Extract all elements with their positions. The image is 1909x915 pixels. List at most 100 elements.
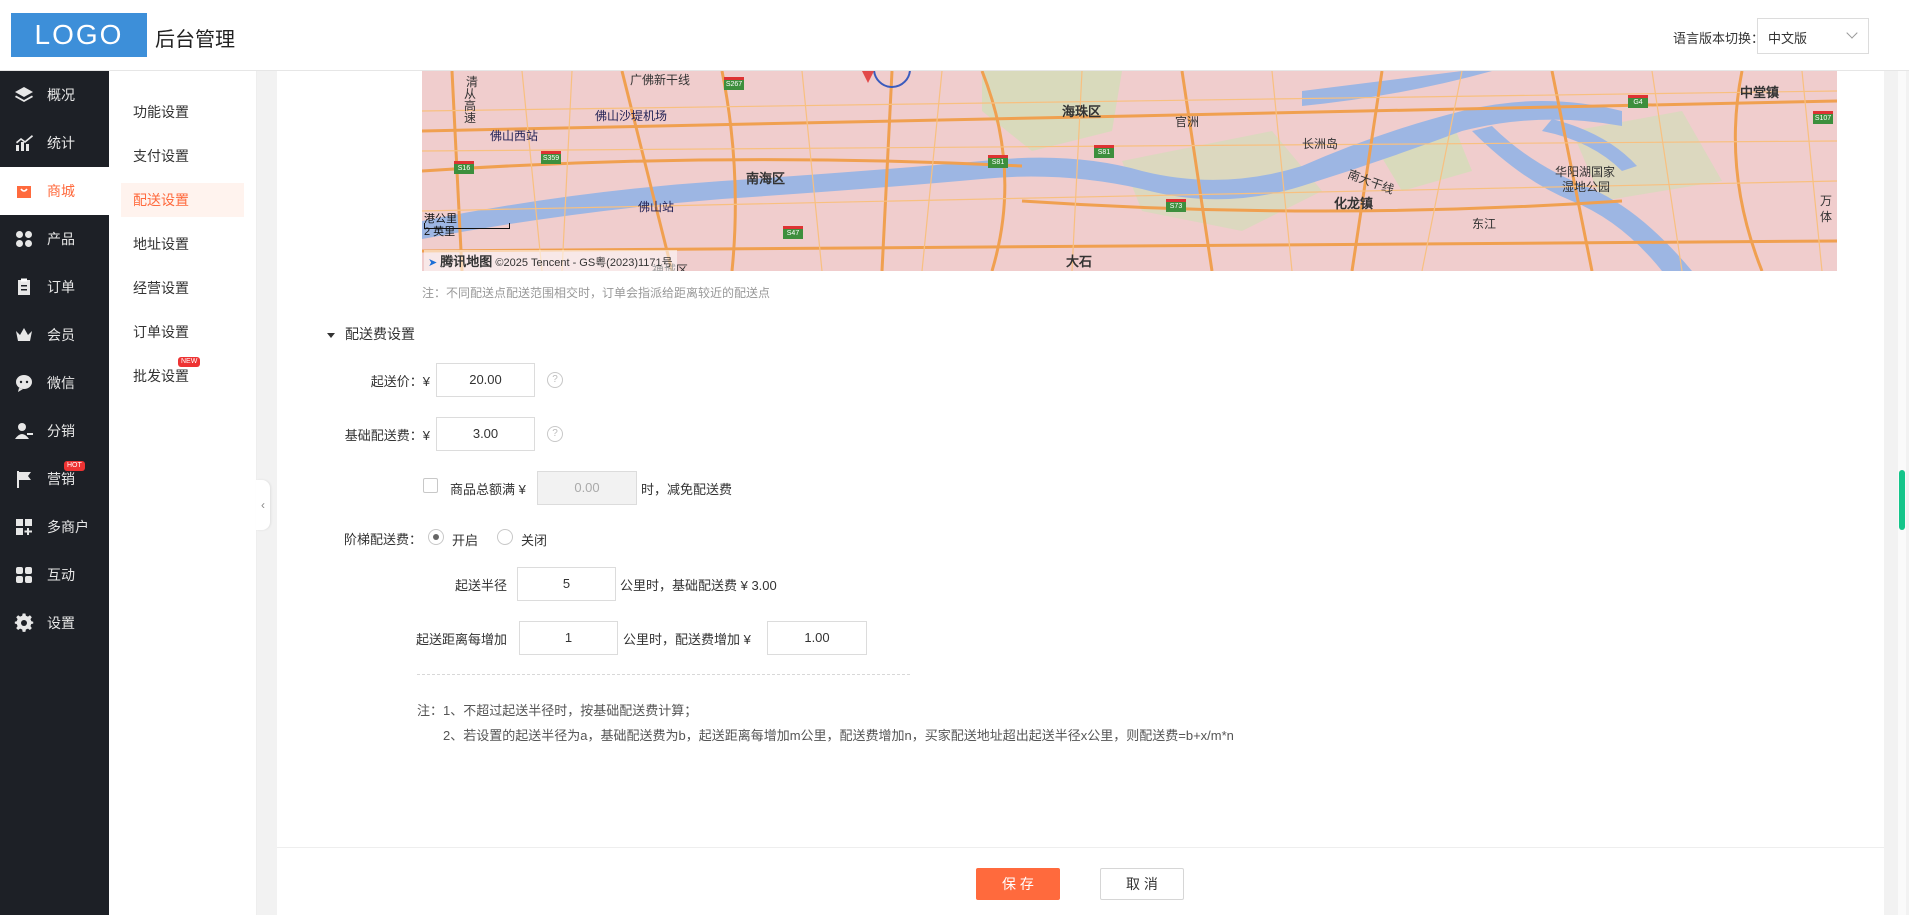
- delivery-point-note: 注：不同配送点配送范围相交时，订单会指派给距离较近的配送点: [422, 286, 771, 300]
- map-label: 湿地公园: [1562, 180, 1611, 194]
- main-content: 清 从 高 速 广佛新干线 佛山西站 佛山沙堤机场 佛山站 南海区 海珠区 官洲…: [277, 71, 1884, 915]
- road-sign: S16: [454, 161, 474, 174]
- sidebar-item-wechat[interactable]: 微信: [0, 359, 109, 407]
- tier-off-radio[interactable]: [497, 529, 513, 545]
- logo[interactable]: LOGO: [11, 13, 147, 57]
- sidebar-item-interaction[interactable]: 互动: [0, 551, 109, 599]
- road-sign: S267: [724, 77, 744, 90]
- step-label: 起送距离每增加: [416, 632, 508, 647]
- road-sign: S81: [988, 155, 1008, 168]
- road-sign: S359: [541, 151, 561, 164]
- map-label: 广佛新干线: [630, 73, 691, 87]
- map-label: 佛山站: [638, 200, 675, 214]
- crown-icon: [14, 325, 34, 345]
- top-header: LOGO 后台管理 语言版本切换： 中文版: [0, 0, 1909, 71]
- map-label: 大石: [1066, 254, 1093, 269]
- base-fee-input[interactable]: 3.00: [436, 417, 535, 451]
- map-label: 中堂镇: [1740, 85, 1780, 100]
- clipboard-icon: [14, 277, 34, 297]
- shop-icon: [14, 181, 34, 201]
- min-price-label: 起送价：¥: [370, 374, 430, 389]
- new-badge: NEW: [178, 357, 201, 367]
- map-label: 南海区: [746, 171, 786, 186]
- delivery-map[interactable]: 清 从 高 速 广佛新干线 佛山西站 佛山沙堤机场 佛山站 南海区 海珠区 官洲…: [422, 71, 1837, 271]
- sidebar-item-label: 多商户: [47, 519, 89, 535]
- radius-input[interactable]: 5: [517, 567, 616, 601]
- sidebar-item-label: 分销: [47, 423, 75, 439]
- save-button[interactable]: 保 存: [976, 868, 1060, 900]
- sidebar-item-label: 会员: [47, 327, 75, 343]
- sidebar-item-members[interactable]: 会员: [0, 311, 109, 359]
- chevron-down-icon: [1846, 27, 1858, 39]
- language-select[interactable]: 中文版: [1757, 18, 1869, 54]
- map-label: 海珠区: [1062, 104, 1102, 119]
- help-icon[interactable]: ?: [547, 372, 563, 388]
- road-sign: S73: [1166, 199, 1186, 212]
- sidebar-item-mall[interactable]: 商城: [0, 167, 109, 215]
- sidebar-item-label: 订单: [47, 279, 75, 295]
- sidebar-item-stats[interactable]: 统计: [0, 119, 109, 167]
- sidebar-item-multi-merchant[interactable]: 多商户: [0, 503, 109, 551]
- map-label: 官洲: [1175, 115, 1200, 129]
- hot-badge: HOT: [64, 461, 85, 471]
- cancel-button[interactable]: 取 消: [1100, 868, 1184, 900]
- sidebar-item-label: 微信: [47, 375, 75, 391]
- min-price-input[interactable]: 20.00: [436, 363, 535, 397]
- road-sign: G4: [1628, 95, 1648, 108]
- subnav-item-label: 批发设置: [133, 368, 189, 384]
- subnav-item-delivery[interactable]: 配送设置: [121, 183, 244, 217]
- subnav-item-order[interactable]: 订单设置: [121, 315, 244, 349]
- tier-off-label[interactable]: 关闭: [521, 530, 547, 549]
- main-sidebar: 概况 统计 商城 产品 订单 会员 微信 分销 营销 HOT 多商户 互动 设置: [0, 71, 109, 915]
- section-delivery-fee[interactable]: 配送费设置: [327, 324, 415, 344]
- step-distance-input[interactable]: 1: [519, 621, 618, 655]
- subnav-item-function[interactable]: 功能设置: [121, 95, 244, 129]
- map-label: 体: [1820, 210, 1833, 224]
- layers-icon: [14, 85, 34, 105]
- free-delivery-checkbox[interactable]: [423, 478, 438, 493]
- flag-icon: [14, 469, 34, 489]
- step-fee-input[interactable]: 1.00: [767, 621, 867, 655]
- step-mid-label: 公里时，配送费增加 ¥: [623, 632, 751, 647]
- road-sign: S47: [783, 226, 803, 239]
- subnav-item-business[interactable]: 经营设置: [121, 271, 244, 305]
- tier-on-label[interactable]: 开启: [452, 530, 478, 549]
- store-add-icon: [14, 517, 34, 537]
- grid-icon: [14, 229, 34, 249]
- sidebar-item-marketing[interactable]: 营销 HOT: [0, 455, 109, 503]
- map-label: 万: [1820, 194, 1833, 208]
- sidebar-item-label: 商城: [47, 183, 75, 199]
- map-label: 化龙镇: [1334, 196, 1374, 211]
- sidebar-item-label: 统计: [47, 135, 75, 151]
- sidebar-item-distribution[interactable]: 分销: [0, 407, 109, 455]
- divider: [417, 674, 910, 675]
- free-delivery-label: 商品总额满 ¥: [450, 482, 526, 497]
- map-graphics: [422, 71, 1837, 271]
- collapse-sidebar-button[interactable]: ‹: [256, 480, 270, 530]
- subnav-item-address[interactable]: 地址设置: [121, 227, 244, 261]
- chevron-left-icon: ‹: [261, 498, 265, 512]
- scrollbar-thumb[interactable]: [1899, 470, 1905, 530]
- map-scale-bar: [424, 223, 510, 229]
- gear-icon: [14, 613, 34, 633]
- sidebar-item-label: 营销: [47, 471, 75, 487]
- subnav-item-payment[interactable]: 支付设置: [121, 139, 244, 173]
- sidebar-item-products[interactable]: 产品: [0, 215, 109, 263]
- tier-on-radio[interactable]: [428, 529, 444, 545]
- chart-icon: [14, 133, 34, 153]
- sidebar-item-label: 概况: [47, 87, 75, 103]
- language-select-value: 中文版: [1768, 31, 1808, 46]
- section-title: 配送费设置: [345, 326, 415, 342]
- sidebar-item-overview[interactable]: 概况: [0, 71, 109, 119]
- sidebar-item-settings[interactable]: 设置: [0, 599, 109, 647]
- free-delivery-threshold-input[interactable]: 0.00: [537, 471, 637, 505]
- map-copyright: ©2025 Tencent - GS粤(2023)1171号: [495, 257, 673, 269]
- tier-fee-label: 阶梯配送费：: [343, 532, 422, 547]
- sidebar-item-orders[interactable]: 订单: [0, 263, 109, 311]
- help-icon[interactable]: ?: [547, 426, 563, 442]
- subnav-item-wholesale[interactable]: 批发设置 NEW: [121, 357, 244, 393]
- sub-sidebar: 功能设置 支付设置 配送设置 地址设置 经营设置 订单设置 批发设置 NEW: [109, 71, 257, 915]
- radius-label: 起送半径: [455, 578, 508, 593]
- app-title: 后台管理: [155, 29, 235, 51]
- map-label: 佛山西站: [490, 129, 539, 143]
